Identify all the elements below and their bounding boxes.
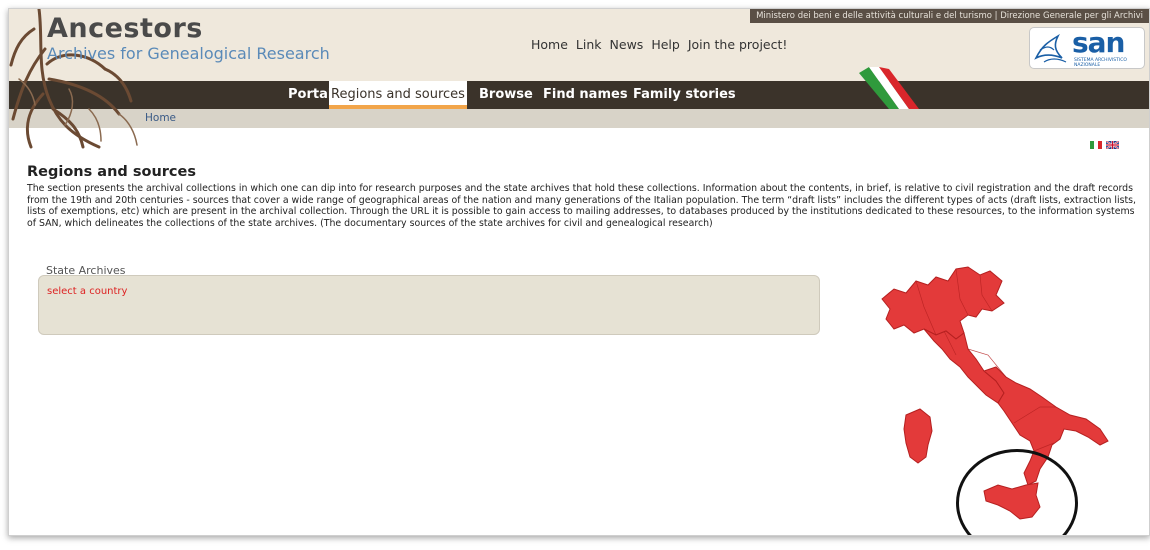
breadcrumb-home[interactable]: Home [145,112,176,124]
tab-regions-and-sources[interactable]: Regions and sources [329,81,467,109]
site-header: Ancestors Archives for Genealogical Rese… [9,9,1149,149]
map-region-center [923,328,1005,404]
map-region-north [881,266,1005,340]
link-news[interactable]: News [610,37,644,52]
link-join[interactable]: Join the project! [688,37,788,52]
browser-page: Ancestors Archives for Genealogical Rese… [8,8,1150,536]
link-link[interactable]: Link [576,37,602,52]
site-subtitle[interactable]: Archives for Genealogical Research [47,44,330,63]
san-logo-text: SAN [1072,26,1125,59]
breadcrumb: Home [9,109,1149,128]
page-title: Regions and sources [27,164,196,180]
san-emblem-icon [1034,33,1067,63]
ministry-bar[interactable]: Ministero dei beni e delle attività cult… [750,9,1149,23]
site-title[interactable]: Ancestors [47,13,203,44]
tab-family-stories[interactable]: Family stories [633,81,736,109]
san-logo-subtext: SISTEMA ARCHIVISTICO NAZIONALE [1074,58,1127,68]
language-switcher [1090,141,1119,149]
tab-browse[interactable]: Browse [479,81,533,109]
link-help[interactable]: Help [651,37,680,52]
tab-portal[interactable]: Portal [288,81,332,109]
tab-find-names[interactable]: Find names [543,81,628,109]
top-links: Home Link News Help Join the project! [531,37,787,52]
page-description: The section presents the archival collec… [27,183,1137,229]
select-country-prompt: select a country [47,286,128,297]
link-home[interactable]: Home [531,37,568,52]
uk-flag-icon[interactable] [1106,141,1119,149]
san-logo[interactable]: SAN SISTEMA ARCHIVISTICO NAZIONALE [1029,26,1145,69]
italian-flag-icon[interactable] [1090,141,1102,149]
main-navigation: Portal Regions and sources Browse Find n… [9,81,1149,109]
map-region-sardinia [903,408,933,464]
state-archives-panel: select a country [38,275,820,335]
